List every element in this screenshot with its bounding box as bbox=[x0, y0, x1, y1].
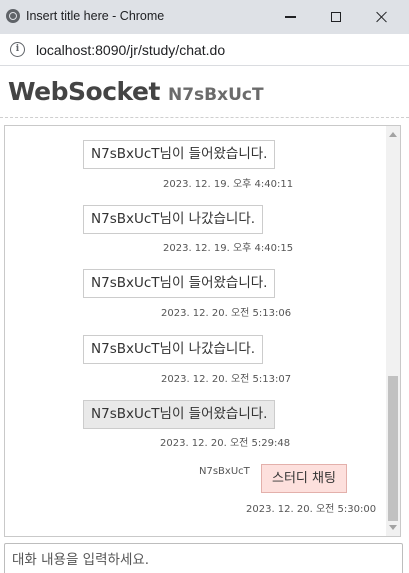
scroll-up-icon[interactable] bbox=[389, 132, 397, 137]
vertical-scrollbar[interactable] bbox=[386, 126, 400, 536]
close-icon bbox=[376, 11, 388, 23]
message-timestamp: 2023. 12. 19. 오후 4:40:15 bbox=[163, 243, 294, 254]
scroll-down-icon[interactable] bbox=[389, 525, 397, 530]
system-message: N7sBxUcT님이 나갔습니다. bbox=[83, 205, 264, 234]
chat-message-area[interactable]: N7sBxUcT님이 들어왔습니다. 2023. 12. 19. 오후 4:40… bbox=[4, 125, 401, 537]
chrome-icon bbox=[6, 9, 20, 23]
window-title: Insert title here - Chrome bbox=[26, 9, 165, 23]
system-message: N7sBxUcT님이 나갔습니다. bbox=[83, 335, 264, 364]
close-button[interactable] bbox=[359, 0, 405, 34]
url-text[interactable]: localhost:8090/jr/study/chat.do bbox=[36, 42, 225, 58]
page-title: WebSocket bbox=[8, 77, 160, 106]
message-timestamp: 2023. 12. 19. 오후 4:40:11 bbox=[163, 179, 294, 190]
maximize-icon bbox=[331, 12, 341, 22]
message-timestamp: 2023. 12. 20. 오전 5:13:06 bbox=[161, 308, 292, 319]
window-titlebar: Insert title here - Chrome bbox=[0, 0, 409, 34]
system-message: N7sBxUcT님이 들어왔습니다. bbox=[83, 140, 276, 169]
minimize-button[interactable] bbox=[267, 0, 313, 34]
info-icon[interactable]: i bbox=[10, 42, 25, 57]
current-username: N7sBxUcT bbox=[168, 85, 264, 105]
system-message: N7sBxUcT님이 들어왔습니다. bbox=[83, 269, 276, 298]
maximize-button[interactable] bbox=[313, 0, 359, 34]
message-input[interactable] bbox=[4, 543, 403, 573]
message-timestamp: 2023. 12. 20. 오전 5:30:00 bbox=[246, 504, 377, 515]
scroll-thumb[interactable] bbox=[388, 376, 398, 521]
message-timestamp: 2023. 12. 20. 오전 5:29:48 bbox=[160, 438, 291, 449]
message-sender: N7sBxUcT bbox=[199, 466, 250, 477]
message-timestamp: 2023. 12. 20. 오전 5:13:07 bbox=[161, 374, 292, 385]
system-message: N7sBxUcT님이 들어왔습니다. bbox=[83, 400, 276, 429]
minimize-icon bbox=[284, 16, 296, 18]
page-header: WebSocket N7sBxUcT bbox=[0, 67, 409, 118]
address-bar[interactable]: i localhost:8090/jr/study/chat.do bbox=[0, 34, 409, 66]
my-message-bubble: 스터디 채팅 bbox=[261, 464, 347, 493]
